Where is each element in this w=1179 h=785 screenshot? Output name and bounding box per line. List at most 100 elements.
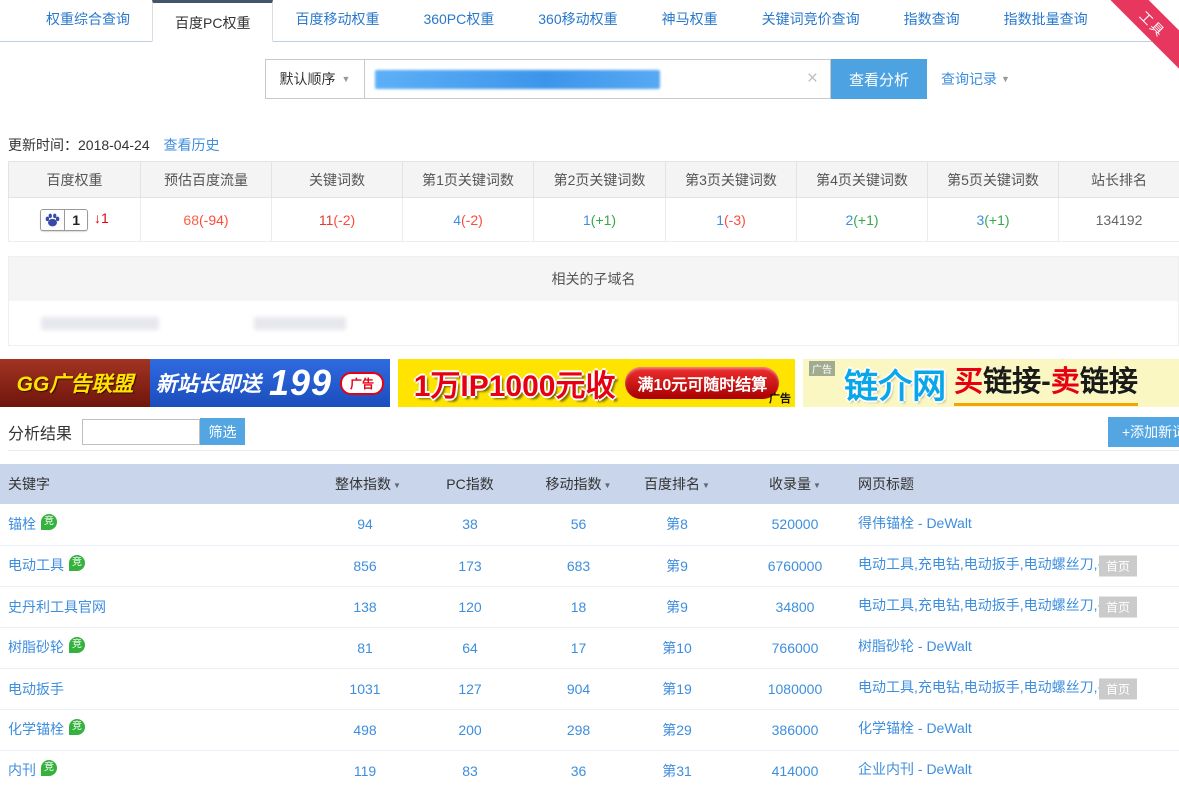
table-row: 内刊竞 119 83 36 第31 414000 企业内刊 - DeWalt bbox=[0, 750, 1179, 785]
pc-index: 64 bbox=[395, 627, 545, 668]
mobile-index: 17 bbox=[545, 627, 612, 668]
tab-baidu-mobile-weight[interactable]: 百度移动权重 bbox=[273, 0, 401, 41]
baidu-rank: 第19 bbox=[612, 668, 742, 709]
ad3-buy: 买 bbox=[954, 366, 983, 398]
page-title-link[interactable]: 电动工具,充电钻,电动扳手,电动螺丝刀,手电... bbox=[858, 554, 1106, 574]
pc-index: 127 bbox=[395, 668, 545, 709]
page-title-link[interactable]: 得伟锚栓 - DeWalt bbox=[858, 513, 972, 533]
index-volume[interactable]: 1080000 bbox=[742, 668, 848, 709]
ad-banner-gg-alliance[interactable]: GG广告联盟 新站长即送 199 广告 bbox=[0, 359, 390, 407]
keyword-link[interactable]: 锚栓 bbox=[8, 516, 36, 532]
query-text-redacted bbox=[375, 70, 660, 89]
overall-index: 1031 bbox=[335, 668, 395, 709]
col-page5-keywords: 第5页关键词数 bbox=[928, 162, 1059, 198]
clear-input-icon[interactable]: × bbox=[807, 68, 818, 90]
baidu-rank: 第31 bbox=[612, 750, 742, 785]
diff: (+1) bbox=[591, 212, 616, 228]
ad3-dash: - bbox=[1041, 366, 1051, 398]
index-volume[interactable]: 520000 bbox=[742, 504, 848, 545]
weight-summary-table: 百度权重 预估百度流量 关键词数 第1页关键词数 第2页关键词数 第3页关键词数… bbox=[8, 161, 1179, 242]
ad-banner-ip-traffic[interactable]: 1万IP1000元收 满10元可随时结算 广告 bbox=[398, 359, 795, 407]
add-keyword-button[interactable]: +添加新词 bbox=[1108, 417, 1179, 447]
keyword-link[interactable]: 电动工具 bbox=[8, 557, 64, 573]
table-row: 史丹利工具官网 138 120 18 第9 34800 电动工具,充电钻,电动扳… bbox=[0, 586, 1179, 627]
index-volume[interactable]: 6760000 bbox=[742, 545, 848, 586]
col-page2-keywords: 第2页关键词数 bbox=[534, 162, 666, 198]
overall-index: 94 bbox=[335, 504, 395, 545]
search-input[interactable]: × bbox=[365, 59, 831, 99]
pc-index: 83 bbox=[395, 750, 545, 785]
subdomain-item-redacted bbox=[41, 317, 159, 330]
col-index-volume-label: 收录量 bbox=[769, 476, 811, 492]
col-index-volume[interactable]: 收录量▼ bbox=[742, 464, 848, 504]
pc-index: 38 bbox=[395, 504, 545, 545]
page-title-link[interactable]: 化学锚栓 - DeWalt bbox=[858, 718, 972, 738]
diff: (-3) bbox=[724, 212, 746, 228]
analysis-title: 分析结果 bbox=[8, 420, 72, 444]
bidding-icon: 竞 bbox=[69, 719, 85, 735]
page-title-link[interactable]: 电动工具,充电钻,电动扳手,电动螺丝刀,手电... bbox=[858, 677, 1106, 697]
tab-weight-combined[interactable]: 权重综合查询 bbox=[24, 0, 152, 41]
col-webmaster-rank: 站长排名 bbox=[1059, 162, 1179, 198]
diff: (+1) bbox=[984, 212, 1009, 228]
tab-index-query[interactable]: 指数查询 bbox=[882, 0, 982, 41]
tab-shenma-weight[interactable]: 神马权重 bbox=[640, 0, 740, 41]
keyword-link[interactable]: 化学锚栓 bbox=[8, 721, 64, 737]
update-time-label: 更新时间： bbox=[8, 137, 78, 153]
ad-banner-link-market[interactable]: 广告 链介网 买链接-卖链接 bbox=[803, 359, 1179, 407]
chevron-down-icon: ▼ bbox=[342, 74, 351, 84]
baidu-paw-icon bbox=[41, 210, 65, 230]
homepage-badge: 首页 bbox=[1099, 678, 1137, 699]
tab-360-mobile-weight[interactable]: 360移动权重 bbox=[516, 0, 639, 41]
filter-input[interactable] bbox=[82, 419, 200, 445]
mobile-index: 298 bbox=[545, 709, 612, 750]
tab-keyword-bidding[interactable]: 关键词竞价查询 bbox=[740, 0, 882, 41]
ad3-link1: 链接 bbox=[983, 366, 1041, 398]
webmaster-rank-cell: 134192 bbox=[1059, 198, 1179, 242]
keyword-link[interactable]: 电动扳手 bbox=[8, 681, 64, 697]
ad1-slogan: 新站长即送 bbox=[156, 368, 261, 398]
mobile-index: 18 bbox=[545, 586, 612, 627]
keyword-link[interactable]: 内刊 bbox=[8, 762, 36, 778]
keyword-results-table: 关键字 整体指数▼ PC指数 移动指数▼ 百度排名▼ 收录量▼ 网页标题 锚栓竞… bbox=[0, 464, 1179, 785]
col-page3-keywords: 第3页关键词数 bbox=[666, 162, 797, 198]
index-volume[interactable]: 414000 bbox=[742, 750, 848, 785]
sort-caret-icon: ▼ bbox=[604, 481, 612, 490]
ad1-brand: GG广告联盟 bbox=[0, 359, 150, 407]
view-history-link[interactable]: 查看历史 bbox=[164, 137, 220, 153]
page-title-link[interactable]: 电动工具,充电钻,电动扳手,电动螺丝刀,手电... bbox=[858, 595, 1106, 615]
page3-cell: 1(-3) bbox=[666, 198, 797, 242]
pc-index: 173 bbox=[395, 545, 545, 586]
baidu-rank: 第29 bbox=[612, 709, 742, 750]
mobile-index: 904 bbox=[545, 668, 612, 709]
col-baidu-rank[interactable]: 百度排名▼ bbox=[612, 464, 742, 504]
overall-index: 119 bbox=[335, 750, 395, 785]
diff: (-2) bbox=[333, 212, 355, 228]
keyword-link[interactable]: 树脂砂轮 bbox=[8, 639, 64, 655]
baidu-rank: 第9 bbox=[612, 586, 742, 627]
index-volume[interactable]: 34800 bbox=[742, 586, 848, 627]
keyword-link[interactable]: 史丹利工具官网 bbox=[8, 599, 106, 615]
keyword-count-cell: 11(-2) bbox=[272, 198, 403, 242]
index-volume[interactable]: 766000 bbox=[742, 627, 848, 668]
query-history-link[interactable]: 查询记录 ▼ bbox=[941, 69, 1010, 89]
sort-order-dropdown[interactable]: 默认顺序 ▼ bbox=[265, 59, 365, 99]
ad2-slogan: 1万IP1000元收 bbox=[414, 361, 616, 405]
page-title-link[interactable]: 企业内刊 - DeWalt bbox=[858, 759, 972, 779]
ad3-brand: 链介网 bbox=[844, 359, 946, 407]
ad-label-badge: 广告 bbox=[340, 372, 384, 395]
tab-360-pc-weight[interactable]: 360PC权重 bbox=[401, 0, 516, 41]
tab-baidu-pc-weight[interactable]: 百度PC权重 bbox=[152, 0, 273, 42]
tab-index-batch-query[interactable]: 指数批量查询 bbox=[982, 0, 1110, 41]
baidu-weight-cell: 1 ↓1 bbox=[9, 198, 141, 242]
index-volume[interactable]: 386000 bbox=[742, 709, 848, 750]
mobile-index: 56 bbox=[545, 504, 612, 545]
analyze-button[interactable]: 查看分析 bbox=[831, 59, 927, 99]
mobile-index: 683 bbox=[545, 545, 612, 586]
col-mobile-index[interactable]: 移动指数▼ bbox=[545, 464, 612, 504]
page-title-link[interactable]: 树脂砂轮 - DeWalt bbox=[858, 636, 972, 656]
col-overall-index[interactable]: 整体指数▼ bbox=[335, 464, 395, 504]
value: 68 bbox=[183, 212, 199, 228]
filter-button[interactable]: 筛选 bbox=[200, 418, 245, 445]
col-baidu-rank-label: 百度排名 bbox=[644, 476, 700, 492]
